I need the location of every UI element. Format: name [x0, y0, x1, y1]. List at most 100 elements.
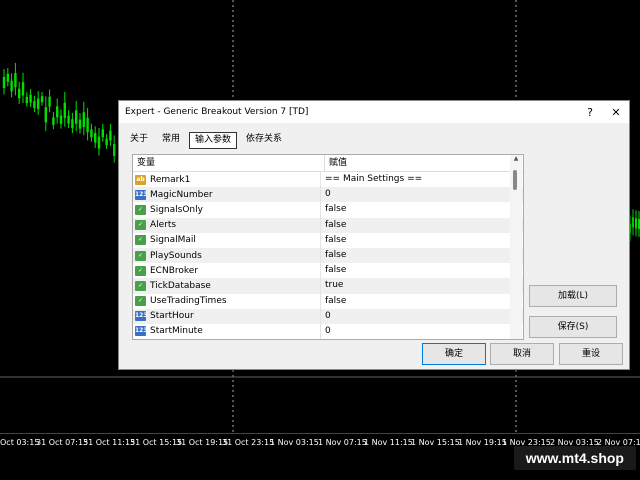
candle-body — [21, 82, 25, 96]
grid-row[interactable]: 123 MagicNumber 0 — [133, 187, 523, 203]
grid-row[interactable]: 123 StartHour 0 — [133, 308, 523, 324]
variable-cell: ✓ ECNBroker — [133, 263, 321, 279]
grid-row[interactable]: 123 StartMinute 0 — [133, 323, 523, 339]
variable-cell: 123 StartHour — [133, 308, 321, 324]
variable-name: StartHour — [150, 311, 194, 322]
tab-common[interactable]: 常用 — [157, 132, 185, 147]
candle-body — [18, 88, 21, 99]
variable-name: Alerts — [150, 220, 177, 231]
candle-body — [113, 143, 116, 156]
tab-about[interactable]: 关于 — [125, 132, 153, 147]
candle-body — [97, 136, 101, 149]
candle-body — [105, 138, 108, 146]
dialog-titlebar: Expert - Generic Breakout Version 7 [TD]… — [119, 101, 629, 123]
help-button[interactable]: ? — [577, 106, 603, 119]
cancel-button[interactable]: 取消 — [490, 343, 554, 365]
grid-row[interactable]: ✓ SignalsOnly false — [133, 202, 523, 218]
input-parameters-grid: 变量 赋值 ab Remark1 == Main Settings == 123 Mag… — [132, 154, 524, 340]
reset-button[interactable]: 重设 — [559, 343, 623, 365]
tab-inputs[interactable]: 输入参数 — [189, 132, 238, 149]
candle-body — [6, 73, 9, 82]
scroll-thumb[interactable] — [513, 170, 517, 190]
value-cell[interactable]: 0 — [321, 309, 523, 324]
value-cell[interactable]: 0 — [321, 187, 523, 202]
grid-row[interactable]: ✓ ECNBroker false — [133, 263, 523, 279]
candle-body — [90, 129, 93, 138]
bool-type-icon: ✓ — [135, 235, 146, 246]
time-axis-label: 31 Oct 15:15 — [130, 438, 183, 447]
time-axis-label: 31 Oct 07:15 — [36, 438, 89, 447]
candle-body — [67, 115, 70, 124]
candle-body — [29, 94, 32, 103]
grid-header: 变量 赋值 — [133, 155, 523, 172]
value-cell[interactable]: true — [321, 278, 523, 293]
value-cell[interactable]: false — [321, 263, 523, 278]
candle-body — [25, 96, 28, 104]
column-header-value[interactable]: 赋值 — [325, 155, 523, 171]
candle-body — [78, 119, 82, 129]
column-header-variable[interactable]: 变量 — [133, 155, 325, 171]
value-cell[interactable]: false — [321, 218, 523, 233]
candle-body — [109, 130, 112, 141]
close-button[interactable]: ✕ — [603, 106, 629, 119]
load-button[interactable]: 加载(L) — [529, 285, 617, 307]
grid-scrollbar[interactable]: ▲ — [510, 155, 522, 339]
variable-cell: ✓ PlaySounds — [133, 247, 321, 264]
time-axis-label: Oct 03:15 — [0, 438, 40, 447]
variable-name: TickDatabase — [150, 280, 211, 291]
scroll-up-icon[interactable]: ▲ — [510, 155, 522, 167]
bool-type-icon: ✓ — [135, 280, 146, 291]
candle-body — [44, 107, 47, 123]
dialog-tabs: 关于 常用 输入参数 依存关系 — [125, 132, 291, 149]
candle-body — [56, 106, 59, 118]
ok-button[interactable]: 确定 — [422, 343, 486, 365]
variable-cell: 123 StartMinute — [133, 323, 321, 339]
candle-body — [82, 112, 85, 127]
variable-name: UseTradingTimes — [150, 296, 227, 307]
integer-type-icon: 123 — [135, 326, 148, 337]
variable-cell: ✓ SignalMail — [133, 232, 321, 248]
variable-cell: ab Remark1 — [133, 172, 321, 188]
candle-body — [94, 133, 97, 143]
candle-body — [86, 117, 89, 133]
candle-body — [52, 117, 55, 125]
value-cell[interactable]: == Main Settings == — [321, 172, 523, 187]
variable-cell: ✓ SignalsOnly — [133, 202, 321, 218]
variable-name: SignalsOnly — [150, 204, 203, 215]
time-axis-label: 1 Nov 07:15 — [318, 438, 367, 447]
bool-type-icon: ✓ — [135, 296, 146, 307]
time-axis-label: 31 Oct 11:15 — [83, 438, 136, 447]
bool-type-icon: ✓ — [135, 204, 146, 215]
variable-cell: ✓ UseTradingTimes — [133, 293, 321, 309]
variable-name: PlaySounds — [150, 250, 202, 261]
save-button[interactable]: 保存(S) — [529, 316, 617, 338]
variable-name: SignalMail — [150, 235, 196, 246]
tab-dependencies[interactable]: 依存关系 — [241, 132, 287, 147]
candle-body — [48, 96, 51, 107]
variable-name: MagicNumber — [150, 189, 213, 200]
value-cell[interactable]: false — [321, 233, 523, 248]
grid-row[interactable]: ✓ SignalMail false — [133, 232, 523, 248]
grid-row[interactable]: ✓ UseTradingTimes false — [133, 293, 523, 309]
variable-cell: 123 MagicNumber — [133, 187, 321, 203]
time-axis-label: 1 Nov 11:15 — [364, 438, 413, 447]
bool-type-icon: ✓ — [135, 250, 146, 261]
grid-row[interactable]: ✓ TickDatabase true — [133, 278, 523, 294]
grid-row[interactable]: ✓ Alerts false — [133, 217, 523, 233]
variable-name: StartMinute — [150, 326, 203, 337]
candle-body — [37, 98, 40, 109]
dialog-title: Expert - Generic Breakout Version 7 [TD] — [125, 107, 309, 117]
value-cell[interactable]: false — [321, 294, 523, 309]
candle-body — [33, 100, 36, 109]
time-axis-label: 31 Oct 19:15 — [176, 438, 229, 447]
variable-name: Remark1 — [150, 174, 191, 185]
candle-body — [10, 80, 13, 92]
bool-type-icon: ✓ — [135, 220, 146, 231]
value-cell[interactable]: false — [321, 248, 523, 263]
value-cell[interactable]: false — [321, 202, 523, 217]
grid-row[interactable]: ab Remark1 == Main Settings == — [133, 172, 523, 188]
grid-row[interactable]: ✓ PlaySounds false — [133, 247, 523, 264]
time-axis-label: 1 Nov 19:15 — [458, 438, 507, 447]
time-axis-label: 1 Nov 15:15 — [411, 438, 460, 447]
value-cell[interactable]: 0 — [321, 324, 523, 339]
